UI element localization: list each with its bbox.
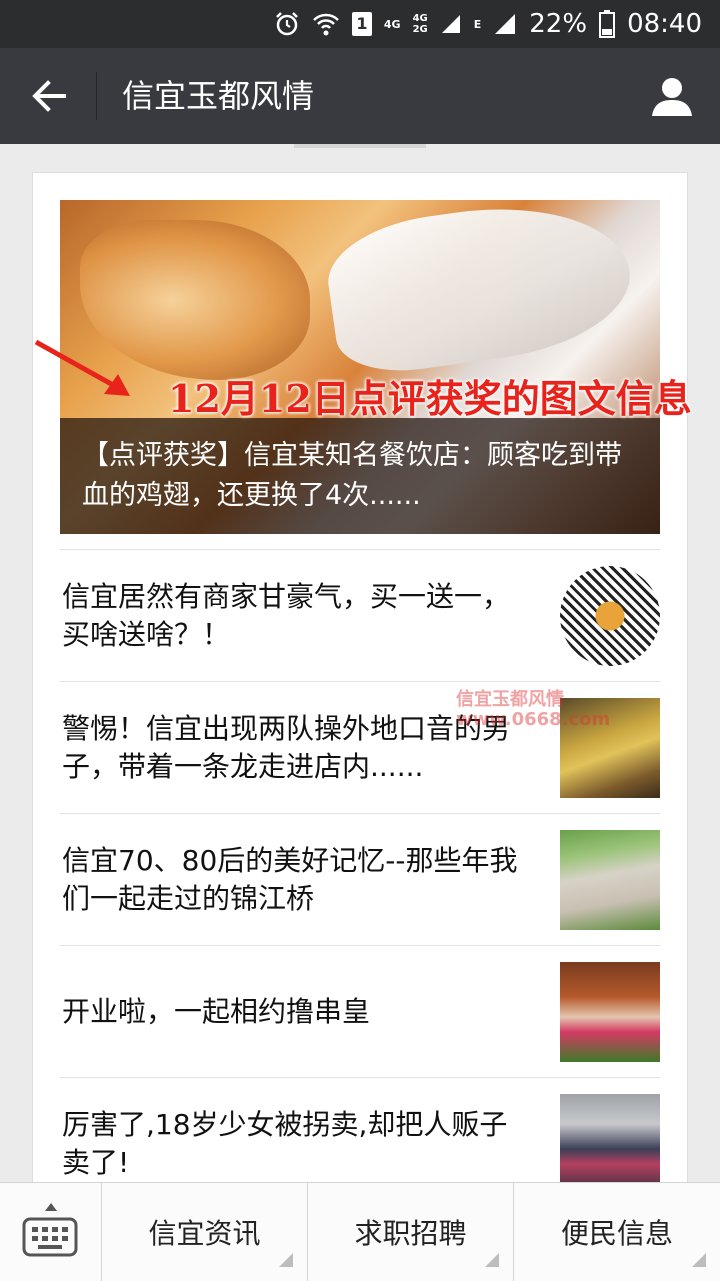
article-title: 信宜居然有商家甘豪气，买一送一，买啥送啥？！ <box>62 580 511 651</box>
watermark: 信宜玉都风情 www.0668.com <box>456 690 610 730</box>
hero-caption: 【点评获奖】信宜某知名餐饮店：顾客吃到带血的鸡翅，还更换了4次...... <box>82 440 622 511</box>
watermark-line2: www.0668.com <box>456 709 611 730</box>
article-thumbnail <box>560 1094 660 1194</box>
article-thumbnail <box>560 962 660 1062</box>
article-thumbnail <box>560 566 660 666</box>
menu-item-label: 信宜资讯 <box>148 1217 261 1250</box>
status-bar: 1 4G 4G 2G E 22% 08:40 <box>0 0 720 48</box>
menu-item-label: 求职招聘 <box>354 1217 467 1250</box>
caret-up-icon <box>45 1203 57 1211</box>
list-item[interactable]: 开业啦，一起相约撸串皇 <box>60 945 660 1078</box>
article-thumbnail <box>560 830 660 930</box>
article-title: 开业啦，一起相约撸串皇 <box>62 995 371 1028</box>
network-2g-bottom: 2G <box>412 24 428 35</box>
menu-item-jobs[interactable]: 求职招聘 <box>308 1183 514 1281</box>
hero-image-napkin <box>321 200 639 381</box>
wifi-icon <box>313 13 339 36</box>
menu-item-news[interactable]: 信宜资讯 <box>102 1183 308 1281</box>
submenu-indicator-icon <box>485 1253 499 1267</box>
app-bar: 信宜玉都风情 <box>0 48 720 144</box>
pull-indicator <box>294 144 426 148</box>
annotation-arrow-icon <box>34 339 130 396</box>
network-dual-label: 4G 2G <box>413 13 428 35</box>
network-4g-label: 4G <box>383 17 401 31</box>
network-e-label: E <box>473 17 482 31</box>
submenu-indicator-icon <box>692 1253 706 1267</box>
menu-item-services[interactable]: 便民信息 <box>514 1183 720 1281</box>
alarm-icon <box>276 12 298 36</box>
menu-item-label: 便民信息 <box>560 1217 673 1250</box>
sim-slot-badge: 1 <box>351 12 372 36</box>
battery-icon <box>599 10 616 38</box>
watermark-line1: 信宜玉都风情 <box>456 689 564 710</box>
back-arrow-icon[interactable] <box>28 76 72 116</box>
bottom-menu: 信宜资讯 求职招聘 便民信息 <box>0 1182 720 1281</box>
app-bar-divider <box>96 72 97 120</box>
submenu-indicator-icon <box>279 1253 293 1267</box>
annotation-label: 12月12日点评获奖的图文信息 <box>168 376 692 421</box>
clock: 08:40 <box>627 9 702 39</box>
keyboard-toggle-button[interactable] <box>0 1183 102 1281</box>
network-4g-top: 4G <box>412 13 428 24</box>
keyboard-icon <box>22 1217 78 1257</box>
page-title: 信宜玉都风情 <box>122 77 315 115</box>
signal-icon <box>441 15 460 33</box>
battery-percent: 22% <box>529 9 588 39</box>
article-title: 信宜70、80后的美好记忆--那些年我们一起走过的锦江桥 <box>62 844 518 915</box>
list-item[interactable]: 信宜70、80后的美好记忆--那些年我们一起走过的锦江桥 <box>60 813 660 946</box>
signal-icon-2 <box>495 14 516 34</box>
list-item[interactable]: 信宜居然有商家甘豪气，买一送一，买啥送啥？！ <box>60 549 660 682</box>
hero-article[interactable]: 【点评获奖】信宜某知名餐饮店：顾客吃到带血的鸡翅，还更换了4次...... <box>60 200 660 534</box>
profile-icon[interactable] <box>650 74 694 118</box>
